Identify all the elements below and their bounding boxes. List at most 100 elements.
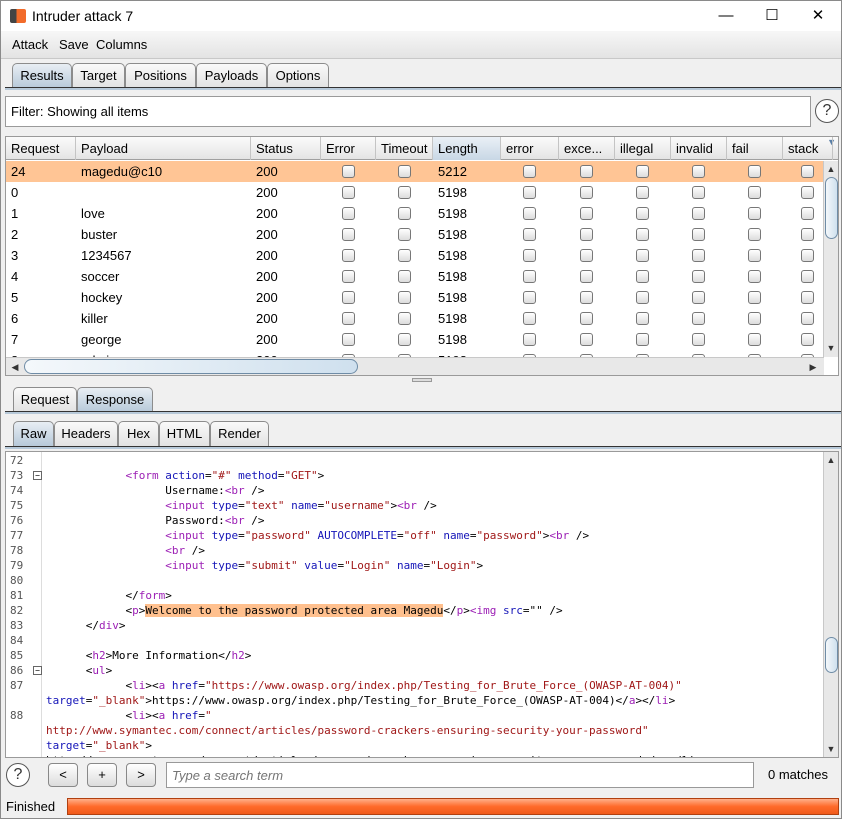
- column-header-status[interactable]: Status: [251, 137, 321, 160]
- scroll-left-icon[interactable]: ◀: [8, 362, 22, 373]
- table-row[interactable]: 4 soccer 200 5198: [6, 266, 824, 287]
- checkbox-illegal[interactable]: [636, 291, 649, 304]
- checkbox-exce[interactable]: [580, 228, 593, 241]
- table-row[interactable]: 1 love 200 5198: [6, 203, 824, 224]
- checkbox-stack[interactable]: [801, 207, 814, 220]
- tab-target[interactable]: Target: [72, 63, 125, 88]
- checkbox-invalid[interactable]: [692, 207, 705, 220]
- tab-options[interactable]: Options: [267, 63, 329, 88]
- checkbox-timeout[interactable]: [397, 333, 411, 346]
- table-row[interactable]: 5 hockey 200 5198: [6, 287, 824, 308]
- checkbox-fail[interactable]: [748, 186, 761, 199]
- column-header-request[interactable]: Request: [6, 137, 76, 160]
- checkbox-exce[interactable]: [580, 186, 593, 199]
- checkbox-invalid[interactable]: [692, 291, 705, 304]
- table-vertical-scrollbar[interactable]: ▲ ▼: [823, 161, 838, 357]
- checkbox-invalid[interactable]: [692, 333, 705, 346]
- checkbox-stack[interactable]: [801, 312, 814, 325]
- checkbox-timeout[interactable]: [397, 270, 411, 283]
- scroll-right-icon[interactable]: ▶: [806, 362, 820, 373]
- help-icon[interactable]: ?: [815, 99, 839, 123]
- scroll-down-icon[interactable]: ▼: [824, 744, 838, 754]
- checkbox-stack[interactable]: [801, 270, 814, 283]
- checkbox-error[interactable]: [523, 249, 536, 262]
- checkbox-exce[interactable]: [580, 312, 593, 325]
- checkbox-exce[interactable]: [580, 207, 593, 220]
- checkbox-fail[interactable]: [748, 207, 761, 220]
- scroll-up-icon[interactable]: ▲: [824, 164, 838, 174]
- checkbox-timeout[interactable]: [397, 291, 411, 304]
- checkbox-invalid[interactable]: [692, 165, 705, 178]
- fold-collapse-icon[interactable]: −: [33, 471, 42, 480]
- checkbox-timeout[interactable]: [397, 249, 411, 262]
- checkbox-exce[interactable]: [580, 165, 593, 178]
- checkbox-error[interactable]: [341, 249, 355, 262]
- checkbox-illegal[interactable]: [636, 249, 649, 262]
- checkbox-error[interactable]: [523, 207, 536, 220]
- checkbox-error[interactable]: [523, 270, 536, 283]
- tab-render[interactable]: Render: [210, 421, 269, 446]
- scroll-thumb[interactable]: [825, 177, 838, 239]
- column-header-error[interactable]: Error: [321, 137, 376, 160]
- tab-results[interactable]: Results: [12, 63, 72, 88]
- checkbox-invalid[interactable]: [692, 249, 705, 262]
- checkbox-error[interactable]: [341, 333, 355, 346]
- checkbox-error[interactable]: [341, 312, 355, 325]
- checkbox-invalid[interactable]: [692, 270, 705, 283]
- checkbox-error[interactable]: [341, 291, 355, 304]
- scroll-up-icon[interactable]: ▲: [824, 455, 838, 465]
- checkbox-illegal[interactable]: [636, 165, 649, 178]
- checkbox-error[interactable]: [341, 186, 355, 199]
- previous-match-button[interactable]: <: [48, 763, 78, 787]
- checkbox-fail[interactable]: [748, 333, 761, 346]
- checkbox-exce[interactable]: [580, 291, 593, 304]
- filter-bar[interactable]: Filter: Showing all items: [5, 96, 811, 127]
- checkbox-invalid[interactable]: [692, 228, 705, 241]
- close-button[interactable]: ✕: [795, 5, 841, 27]
- menu-attack[interactable]: Attack: [12, 37, 48, 52]
- column-header-error[interactable]: error: [501, 137, 559, 160]
- checkbox-stack[interactable]: [801, 249, 814, 262]
- checkbox-stack[interactable]: [801, 165, 814, 178]
- table-row[interactable]: 6 killer 200 5198: [6, 308, 824, 329]
- checkbox-illegal[interactable]: [636, 333, 649, 346]
- checkbox-exce[interactable]: [580, 249, 593, 262]
- tab-request[interactable]: Request: [13, 387, 77, 412]
- checkbox-illegal[interactable]: [636, 270, 649, 283]
- checkbox-illegal[interactable]: [636, 207, 649, 220]
- table-row[interactable]: 0 200 5198: [6, 182, 824, 203]
- checkbox-error[interactable]: [341, 207, 355, 220]
- tab-raw[interactable]: Raw: [13, 421, 54, 446]
- table-row[interactable]: 3 1234567 200 5198: [6, 245, 824, 266]
- checkbox-stack[interactable]: [801, 291, 814, 304]
- response-editor[interactable]: 72 73− <form action="#" method="GET"> 74 U…: [5, 451, 839, 758]
- checkbox-error[interactable]: [523, 228, 536, 241]
- checkbox-invalid[interactable]: [692, 186, 705, 199]
- checkbox-error[interactable]: [523, 165, 536, 178]
- checkbox-stack[interactable]: [801, 186, 814, 199]
- checkbox-error[interactable]: [523, 291, 536, 304]
- checkbox-timeout[interactable]: [397, 165, 411, 178]
- checkbox-exce[interactable]: [580, 270, 593, 283]
- scroll-thumb[interactable]: [825, 637, 838, 673]
- table-row[interactable]: 24 magedu@c10 200 5212: [6, 161, 824, 182]
- checkbox-illegal[interactable]: [636, 186, 649, 199]
- checkbox-timeout[interactable]: [397, 186, 411, 199]
- checkbox-fail[interactable]: [748, 291, 761, 304]
- checkbox-error[interactable]: [341, 165, 355, 178]
- checkbox-timeout[interactable]: [397, 228, 411, 241]
- checkbox-error[interactable]: [523, 186, 536, 199]
- checkbox-illegal[interactable]: [636, 228, 649, 241]
- menu-columns[interactable]: Columns: [96, 37, 147, 52]
- column-header-fail[interactable]: fail: [727, 137, 783, 160]
- fold-collapse-icon[interactable]: −: [33, 666, 42, 675]
- hscroll-thumb[interactable]: [24, 359, 358, 374]
- checkbox-error[interactable]: [523, 312, 536, 325]
- checkbox-error[interactable]: [341, 228, 355, 241]
- help-icon[interactable]: ?: [6, 763, 30, 787]
- minimize-button[interactable]: —: [703, 5, 749, 27]
- add-button[interactable]: +: [87, 763, 117, 787]
- table-row[interactable]: 7 george 200 5198: [6, 329, 824, 350]
- checkbox-timeout[interactable]: [397, 207, 411, 220]
- checkbox-stack[interactable]: [801, 228, 814, 241]
